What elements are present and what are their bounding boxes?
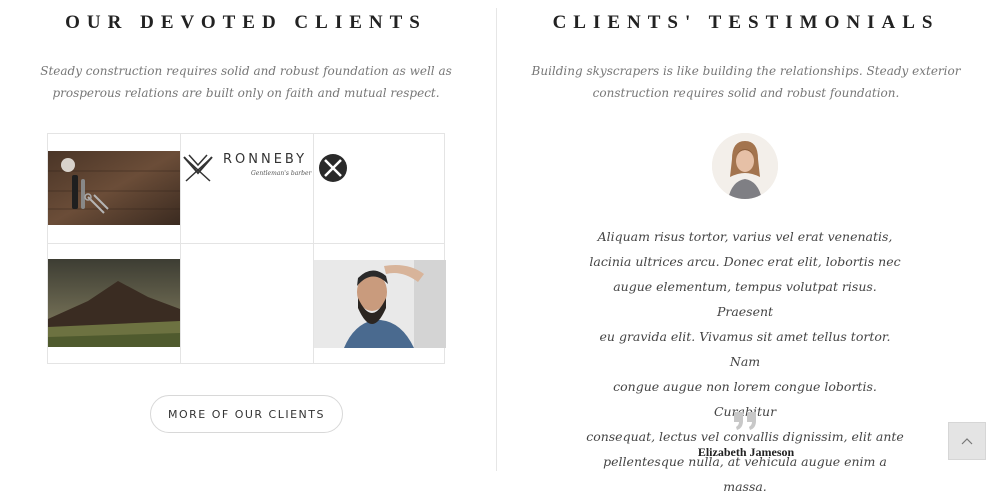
testimonials-title: CLIENTS' TESTIMONIALS <box>552 12 940 33</box>
client-logo-emblem[interactable] <box>314 151 354 183</box>
client-image-barber[interactable] <box>314 260 446 348</box>
x-emblem-icon <box>319 154 347 182</box>
client-image-barber-tools[interactable] <box>48 151 180 225</box>
clients-title: OUR DEVOTED CLIENTS <box>65 12 427 33</box>
back-to-top-button[interactable] <box>948 422 986 460</box>
testimonial-line: pellentesque nulla, at vehicula augue en… <box>603 454 887 494</box>
clients-subtitle: Steady construction requires solid and r… <box>0 60 492 104</box>
testimonials-subtitle: Building skyscrapers is like building th… <box>500 60 992 104</box>
ronneby-logo-name: RONNEBY <box>223 152 308 167</box>
testimonial-line: consequat, lectus vel convallis dignissi… <box>586 429 904 444</box>
testimonial-line: Aliquam risus tortor, varius vel erat ve… <box>597 229 893 244</box>
testimonial-avatar <box>712 133 778 199</box>
client-image-mountain[interactable] <box>48 259 180 347</box>
clients-subtitle-line2: prosperous relations are built only on f… <box>52 86 440 100</box>
more-clients-button[interactable]: MORE OF OUR CLIENTS <box>150 395 343 433</box>
ronneby-emblem-icon <box>183 154 213 182</box>
testimonials-subtitle-line2: construction requires solid and robust f… <box>592 86 900 100</box>
clients-subtitle-line1: Steady construction requires solid and r… <box>40 64 452 78</box>
client-logo-ronneby[interactable]: RONNEBY Gentleman's barber <box>181 148 313 188</box>
column-divider <box>496 8 497 471</box>
quote-icon <box>734 412 756 430</box>
ronneby-logo-tagline: Gentleman's barber <box>251 170 312 177</box>
testimonial-line: eu gravida elit. Vivamus sit amet tellus… <box>599 329 891 369</box>
testimonial-line: lacinia ultrices arcu. Donec erat elit, … <box>589 254 901 269</box>
testimonials-subtitle-line1: Building skyscrapers is like building th… <box>531 64 961 78</box>
chevron-up-icon <box>961 438 973 445</box>
testimonial-author: Elizabeth Jameson <box>697 445 795 459</box>
clients-grid: RONNEBY Gentleman's barber <box>47 133 446 364</box>
testimonial-line: augue elementum, tempus volutpat risus. … <box>613 279 877 319</box>
